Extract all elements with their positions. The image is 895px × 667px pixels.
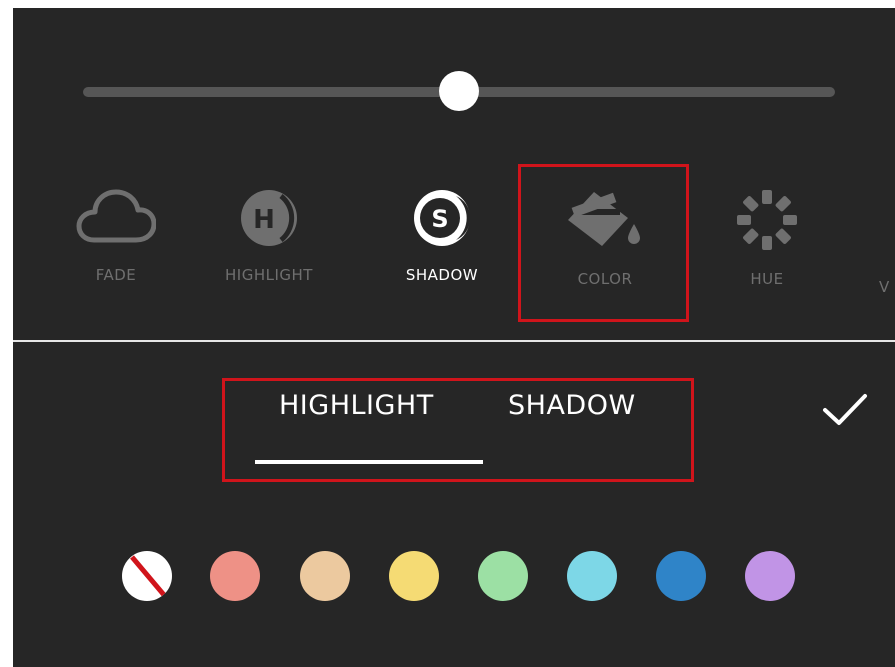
swatch-tan[interactable] — [300, 551, 350, 601]
no-color-slash-icon — [130, 555, 166, 597]
swatch-green[interactable] — [478, 551, 528, 601]
svg-text:H: H — [253, 205, 275, 235]
tool-highlight-label: HIGHLIGHT — [225, 266, 313, 284]
hue-wheel-icon — [737, 190, 797, 250]
swatch-cyan[interactable] — [567, 551, 617, 601]
tool-shadow-label: SHADOW — [405, 266, 479, 284]
shadow-s-icon: S — [414, 190, 471, 246]
tab-selected-underline — [255, 460, 483, 464]
tool-fade-label: FADE — [95, 266, 137, 284]
tool-hue[interactable]: HUE — [707, 188, 827, 288]
tab-highlight[interactable]: HIGHLIGHT — [279, 390, 434, 421]
color-tool-highlight-outline — [518, 164, 689, 322]
tool-partial-offscreen[interactable]: V — [879, 278, 889, 296]
color-adjust-panel: FADE H HIGHLIGHT S SHADOW COLOR HUE V HI… — [13, 8, 895, 667]
swatch-purple[interactable] — [745, 551, 795, 601]
swatch-none[interactable] — [122, 551, 172, 601]
cloud-icon — [76, 189, 156, 243]
swatch-blue[interactable] — [656, 551, 706, 601]
tool-hue-label: HUE — [750, 270, 784, 288]
section-divider — [13, 340, 895, 342]
intensity-slider-thumb[interactable] — [439, 71, 479, 111]
svg-text:S: S — [431, 205, 448, 233]
tab-shadow[interactable]: SHADOW — [508, 390, 636, 421]
tool-shadow[interactable]: S SHADOW — [382, 188, 502, 284]
highlight-h-icon: H — [241, 190, 297, 246]
checkmark-icon[interactable] — [819, 390, 871, 430]
swatch-red[interactable] — [210, 551, 260, 601]
tool-highlight[interactable]: H HIGHLIGHT — [209, 188, 329, 284]
swatch-yellow[interactable] — [389, 551, 439, 601]
tool-fade[interactable]: FADE — [56, 188, 176, 284]
